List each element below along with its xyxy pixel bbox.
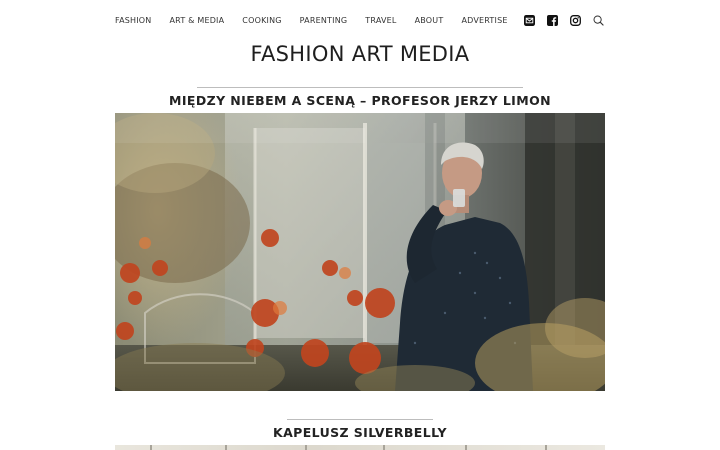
headline-divider (197, 87, 523, 88)
top-navigation: FASHION ART & MEDIA COOKING PARENTING TR… (115, 12, 605, 28)
social-icons (523, 14, 605, 27)
nav-item-cooking[interactable]: COOKING (242, 16, 281, 25)
nav-item-fashion[interactable]: FASHION (115, 16, 151, 25)
nav-item-parenting[interactable]: PARENTING (300, 16, 348, 25)
search-icon[interactable] (592, 14, 605, 27)
page: FASHION ART & MEDIA COOKING PARENTING TR… (0, 0, 720, 450)
instagram-icon[interactable] (569, 14, 582, 27)
email-icon[interactable] (523, 14, 536, 27)
nav-item-art-media[interactable]: ART & MEDIA (169, 16, 224, 25)
nav-item-advertise[interactable]: ADVERTISE (461, 16, 507, 25)
site-title[interactable]: FASHION ART MEDIA (0, 42, 720, 66)
main-menu: FASHION ART & MEDIA COOKING PARENTING TR… (115, 16, 508, 25)
facebook-icon[interactable] (546, 14, 559, 27)
nav-item-travel[interactable]: TRAVEL (365, 16, 396, 25)
article-hero-image[interactable] (115, 113, 605, 391)
article-hero-image[interactable] (115, 445, 605, 450)
article-title[interactable]: KAPELUSZ SILVERBELLY (0, 425, 720, 440)
article-title[interactable]: MIĘDZY NIEBEM A SCENĄ – PROFESOR JERZY L… (0, 93, 720, 108)
headline-divider (287, 419, 433, 420)
nav-item-about[interactable]: ABOUT (415, 16, 444, 25)
